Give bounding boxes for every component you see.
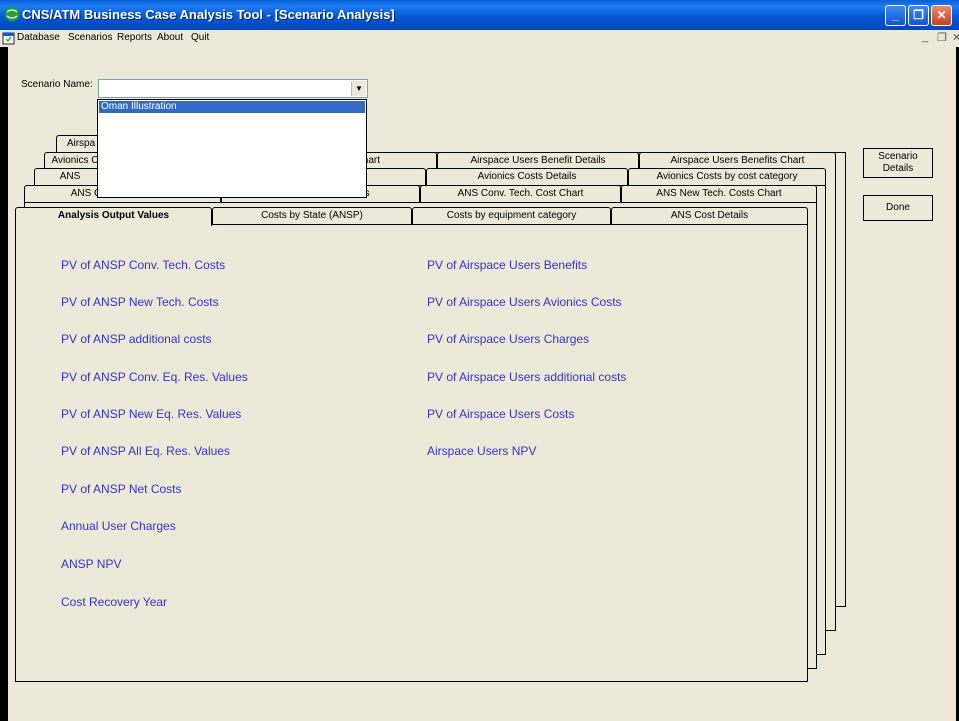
dropdown-option[interactable]: Oman Illustration <box>99 101 365 113</box>
scenario-name-value <box>99 85 102 96</box>
tab-costs-by-equipment-category[interactable]: Costs by equipment category <box>412 207 611 224</box>
chevron-down-icon[interactable]: ▼ <box>351 81 366 96</box>
tab-airspace-users-benefit-details[interactable]: Airspace Users Benefit Details <box>437 152 639 169</box>
tab-avionics-costs-details[interactable]: Avionics Costs Details <box>426 168 628 185</box>
mdi-restore-button[interactable]: ❐ <box>937 31 947 44</box>
output-pv-ansp-new-tech-costs: PV of ANSP New Tech. Costs <box>61 295 219 309</box>
output-pv-ansp-additional-costs: PV of ANSP additional costs <box>61 332 212 346</box>
panel-top-border <box>212 224 808 225</box>
scenario-dropdown-list[interactable]: Oman Illustration <box>97 99 367 198</box>
output-pv-airspace-users-additional-costs: PV of Airspace Users additional costs <box>427 370 627 384</box>
minimize-button[interactable]: _ <box>885 5 906 26</box>
tab-ans-cost-details[interactable]: ANS Cost Details <box>611 207 808 224</box>
output-pv-airspace-users-charges: PV of Airspace Users Charges <box>427 332 590 346</box>
output-pv-airspace-users-avionics-costs: PV of Airspace Users Avionics Costs <box>427 295 622 309</box>
done-button[interactable]: Done <box>863 195 933 221</box>
menu-about[interactable]: About <box>157 32 183 43</box>
output-pv-ansp-conv-tech-costs: PV of ANSP Conv. Tech. Costs <box>61 258 226 272</box>
output-pv-ansp-all-eq-res-values: PV of ANSP All Eq. Res. Values <box>61 444 230 458</box>
mdi-minimize-button[interactable]: _ <box>922 31 928 43</box>
menu-scenarios[interactable]: Scenarios <box>68 32 112 43</box>
tab-ans-conv-tech-cost-chart[interactable]: ANS Conv. Tech. Cost Chart <box>420 185 621 202</box>
menu-database[interactable]: Database <box>17 32 60 43</box>
close-button[interactable]: ✕ <box>931 5 952 26</box>
tab-ans-new-tech-costs-chart[interactable]: ANS New Tech. Costs Chart <box>621 185 817 202</box>
output-pv-airspace-users-benefits: PV of Airspace Users Benefits <box>427 258 588 272</box>
output-pv-ansp-net-costs: PV of ANSP Net Costs <box>61 482 182 496</box>
scenario-details-button[interactable]: Scenario Details <box>863 148 933 178</box>
title-bar[interactable]: CNS/ATM Business Case Analysis Tool - [S… <box>0 0 959 30</box>
scenario-name-label: Scenario Name: <box>21 79 93 90</box>
tab-avionics-costs-by-category[interactable]: Avionics Costs by cost category <box>628 168 826 185</box>
mdi-close-button[interactable]: ✕ <box>952 31 959 44</box>
tab-analysis-output-values[interactable]: Analysis Output Values <box>15 207 212 226</box>
output-annual-user-charges: Annual User Charges <box>61 519 176 533</box>
globe-icon <box>4 6 20 22</box>
output-pv-ansp-conv-eq-res-values: PV of ANSP Conv. Eq. Res. Values <box>61 370 248 384</box>
tab-costs-by-state[interactable]: Costs by State (ANSP) <box>212 207 412 224</box>
tab-ans[interactable]: ANS <box>34 168 106 185</box>
menu-bar: Database Scenarios Reports About Quit _ … <box>0 30 959 47</box>
maximize-button[interactable]: ❐ <box>908 5 929 26</box>
tab-airspace-users-benefits-chart[interactable]: Airspace Users Benefits Chart <box>639 152 836 169</box>
menu-quit[interactable]: Quit <box>191 32 209 43</box>
output-ansp-npv: ANSP NPV <box>61 557 122 571</box>
window-left-border <box>0 47 8 721</box>
output-airspace-users-npv: Airspace Users NPV <box>427 444 537 458</box>
output-cost-recovery-year: Cost Recovery Year <box>61 595 168 609</box>
scenario-name-combobox[interactable]: ▼ <box>98 79 368 98</box>
window-title: CNS/ATM Business Case Analysis Tool - [S… <box>22 7 395 22</box>
output-pv-airspace-users-costs: PV of Airspace Users Costs <box>427 407 575 421</box>
menu-reports[interactable]: Reports <box>117 32 152 43</box>
app-window: CNS/ATM Business Case Analysis Tool - [S… <box>0 0 959 721</box>
output-pv-ansp-new-eq-res-values: PV of ANSP New Eq. Res. Values <box>61 407 242 421</box>
document-icon[interactable] <box>2 32 15 45</box>
